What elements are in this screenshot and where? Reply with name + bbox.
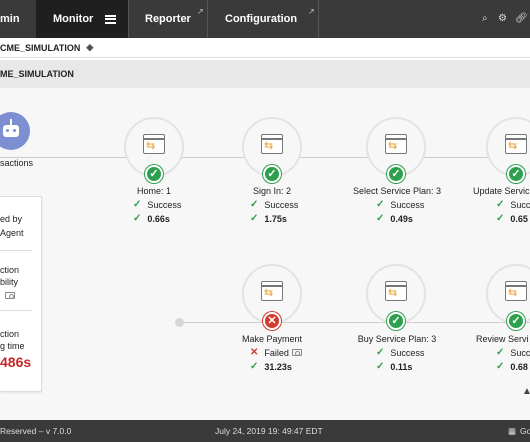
nav-admin[interactable]: min <box>0 0 34 38</box>
section-header: ME_SIMULATION <box>0 60 530 88</box>
nav-admin-label: min <box>0 13 20 25</box>
check-icon: ✓ <box>133 213 142 224</box>
external-link-icon: ↗ <box>308 7 315 16</box>
step-time: ✓ 0.49s <box>376 213 413 224</box>
executed-by-value: Agent <box>0 228 24 238</box>
success-icon: ✓ <box>507 165 525 183</box>
check-icon: ✓ <box>376 347 385 358</box>
step-label: Review Servi <box>476 334 529 344</box>
step-time: ✓ 0.68 <box>496 361 528 372</box>
link-icon[interactable]: 🔗︎ <box>515 13 528 24</box>
top-nav: min Monitor Reporter ↗ Configuration ↗ ⌕… <box>0 0 530 38</box>
grid-icon[interactable]: ▦ <box>508 426 516 437</box>
nav-monitor[interactable]: Monitor <box>36 0 128 38</box>
check-icon: ✓ <box>496 361 505 372</box>
failure-icon: ✕ <box>263 312 281 330</box>
camera-icon[interactable] <box>5 292 15 299</box>
step-status: ✓ Success <box>250 199 299 210</box>
check-icon: ✓ <box>496 213 505 224</box>
x-icon: ✕ <box>250 347 259 358</box>
success-icon: ✓ <box>145 165 163 183</box>
browser-window-icon: ⇆ <box>143 134 165 154</box>
nav-configuration[interactable]: Configuration <box>208 0 318 38</box>
browser-window-icon: ⇆ <box>385 134 407 154</box>
step-time: ✓ 0.65 <box>496 213 528 224</box>
success-icon: ✓ <box>387 165 405 183</box>
caret-up-icon[interactable]: ▲ <box>522 386 530 397</box>
response-label-2: g time <box>0 341 25 351</box>
footer-copyright: Reserved – v 7.0.0 <box>0 426 72 436</box>
layers-icon[interactable]: ◈ <box>86 42 93 53</box>
step-label: Home: 1 <box>136 186 171 196</box>
section-title: ME_SIMULATION <box>0 69 74 79</box>
flow-start-dot <box>175 318 184 327</box>
flow-canvas: sactions ed by Agent ction bility ction … <box>0 88 530 420</box>
response-time-value: 486s <box>0 354 32 370</box>
nav-divider <box>318 0 319 38</box>
browser-window-icon: ⇆ <box>385 281 407 301</box>
check-icon: ✓ <box>250 213 259 224</box>
gear-icon[interactable]: ⚙ <box>498 13 507 24</box>
step-status: ✓ Succ <box>496 347 530 358</box>
check-icon: ✓ <box>376 361 385 372</box>
step-status: ✕ Failed <box>250 347 302 358</box>
step-label: Select Service Plan: 3 <box>352 186 442 196</box>
check-icon: ✓ <box>250 199 259 210</box>
step-status: ✓ Success <box>376 347 425 358</box>
nav-monitor-label: Monitor <box>53 13 94 25</box>
success-icon: ✓ <box>387 312 405 330</box>
step-time: ✓ 0.11s <box>376 361 413 372</box>
check-icon: ✓ <box>376 213 385 224</box>
divider <box>0 250 32 251</box>
step-time: ✓ 1.75s <box>250 213 287 224</box>
availability-label-2: bility <box>0 277 19 287</box>
browser-window-icon: ⇆ <box>261 281 283 301</box>
breadcrumb: CME_SIMULATION ◈ <box>0 38 530 58</box>
summary-panel: ed by Agent ction bility ction g time 48… <box>0 196 42 392</box>
browser-window-icon: ⇆ <box>505 134 527 154</box>
executed-by-label: ed by <box>0 214 23 224</box>
menu-icon[interactable] <box>105 14 117 24</box>
check-icon: ✓ <box>250 361 259 372</box>
divider <box>0 310 32 311</box>
step-status: ✓Succe <box>496 199 530 210</box>
check-icon: ✓ <box>376 199 385 210</box>
check-icon: ✓ <box>496 347 505 358</box>
external-link-icon: ↗ <box>197 7 204 16</box>
step-label: Make Payment <box>241 334 303 344</box>
step-time: ✓ 0.66s <box>133 213 170 224</box>
flow-line <box>180 322 530 323</box>
robot-icon <box>0 112 30 150</box>
step-label: Sign In: 2 <box>252 186 292 196</box>
response-label: ction <box>0 329 20 339</box>
camera-icon[interactable] <box>291 349 302 356</box>
success-icon: ✓ <box>507 312 525 330</box>
browser-window-icon: ⇆ <box>261 134 283 154</box>
success-icon: ✓ <box>263 165 281 183</box>
search-icon[interactable]: ⌕ <box>482 13 488 24</box>
check-icon: ✓ <box>496 199 505 210</box>
step-time: ✓ 31.23s <box>250 361 292 372</box>
step-label: Update Servic <box>473 186 530 196</box>
nav-reporter-label: Reporter <box>145 13 191 25</box>
footer-right-label[interactable]: Go <box>520 426 530 436</box>
breadcrumb-label[interactable]: CME_SIMULATION <box>0 43 80 53</box>
step-status: ✓ Success <box>133 199 182 210</box>
browser-window-icon: ⇆ <box>505 281 527 301</box>
step-label: Buy Service Plan: 3 <box>357 334 437 344</box>
footer: Reserved – v 7.0.0 July 24, 2019 19: 49:… <box>0 420 530 442</box>
nav-reporter[interactable]: Reporter <box>129 0 207 38</box>
transactions-label: sactions <box>0 158 34 168</box>
step-status: ✓ Success <box>376 199 425 210</box>
availability-label: ction <box>0 265 20 275</box>
nav-configuration-label: Configuration <box>225 13 298 25</box>
footer-timestamp: July 24, 2019 19: 49:47 EDT <box>215 426 323 436</box>
check-icon: ✓ <box>133 199 142 210</box>
